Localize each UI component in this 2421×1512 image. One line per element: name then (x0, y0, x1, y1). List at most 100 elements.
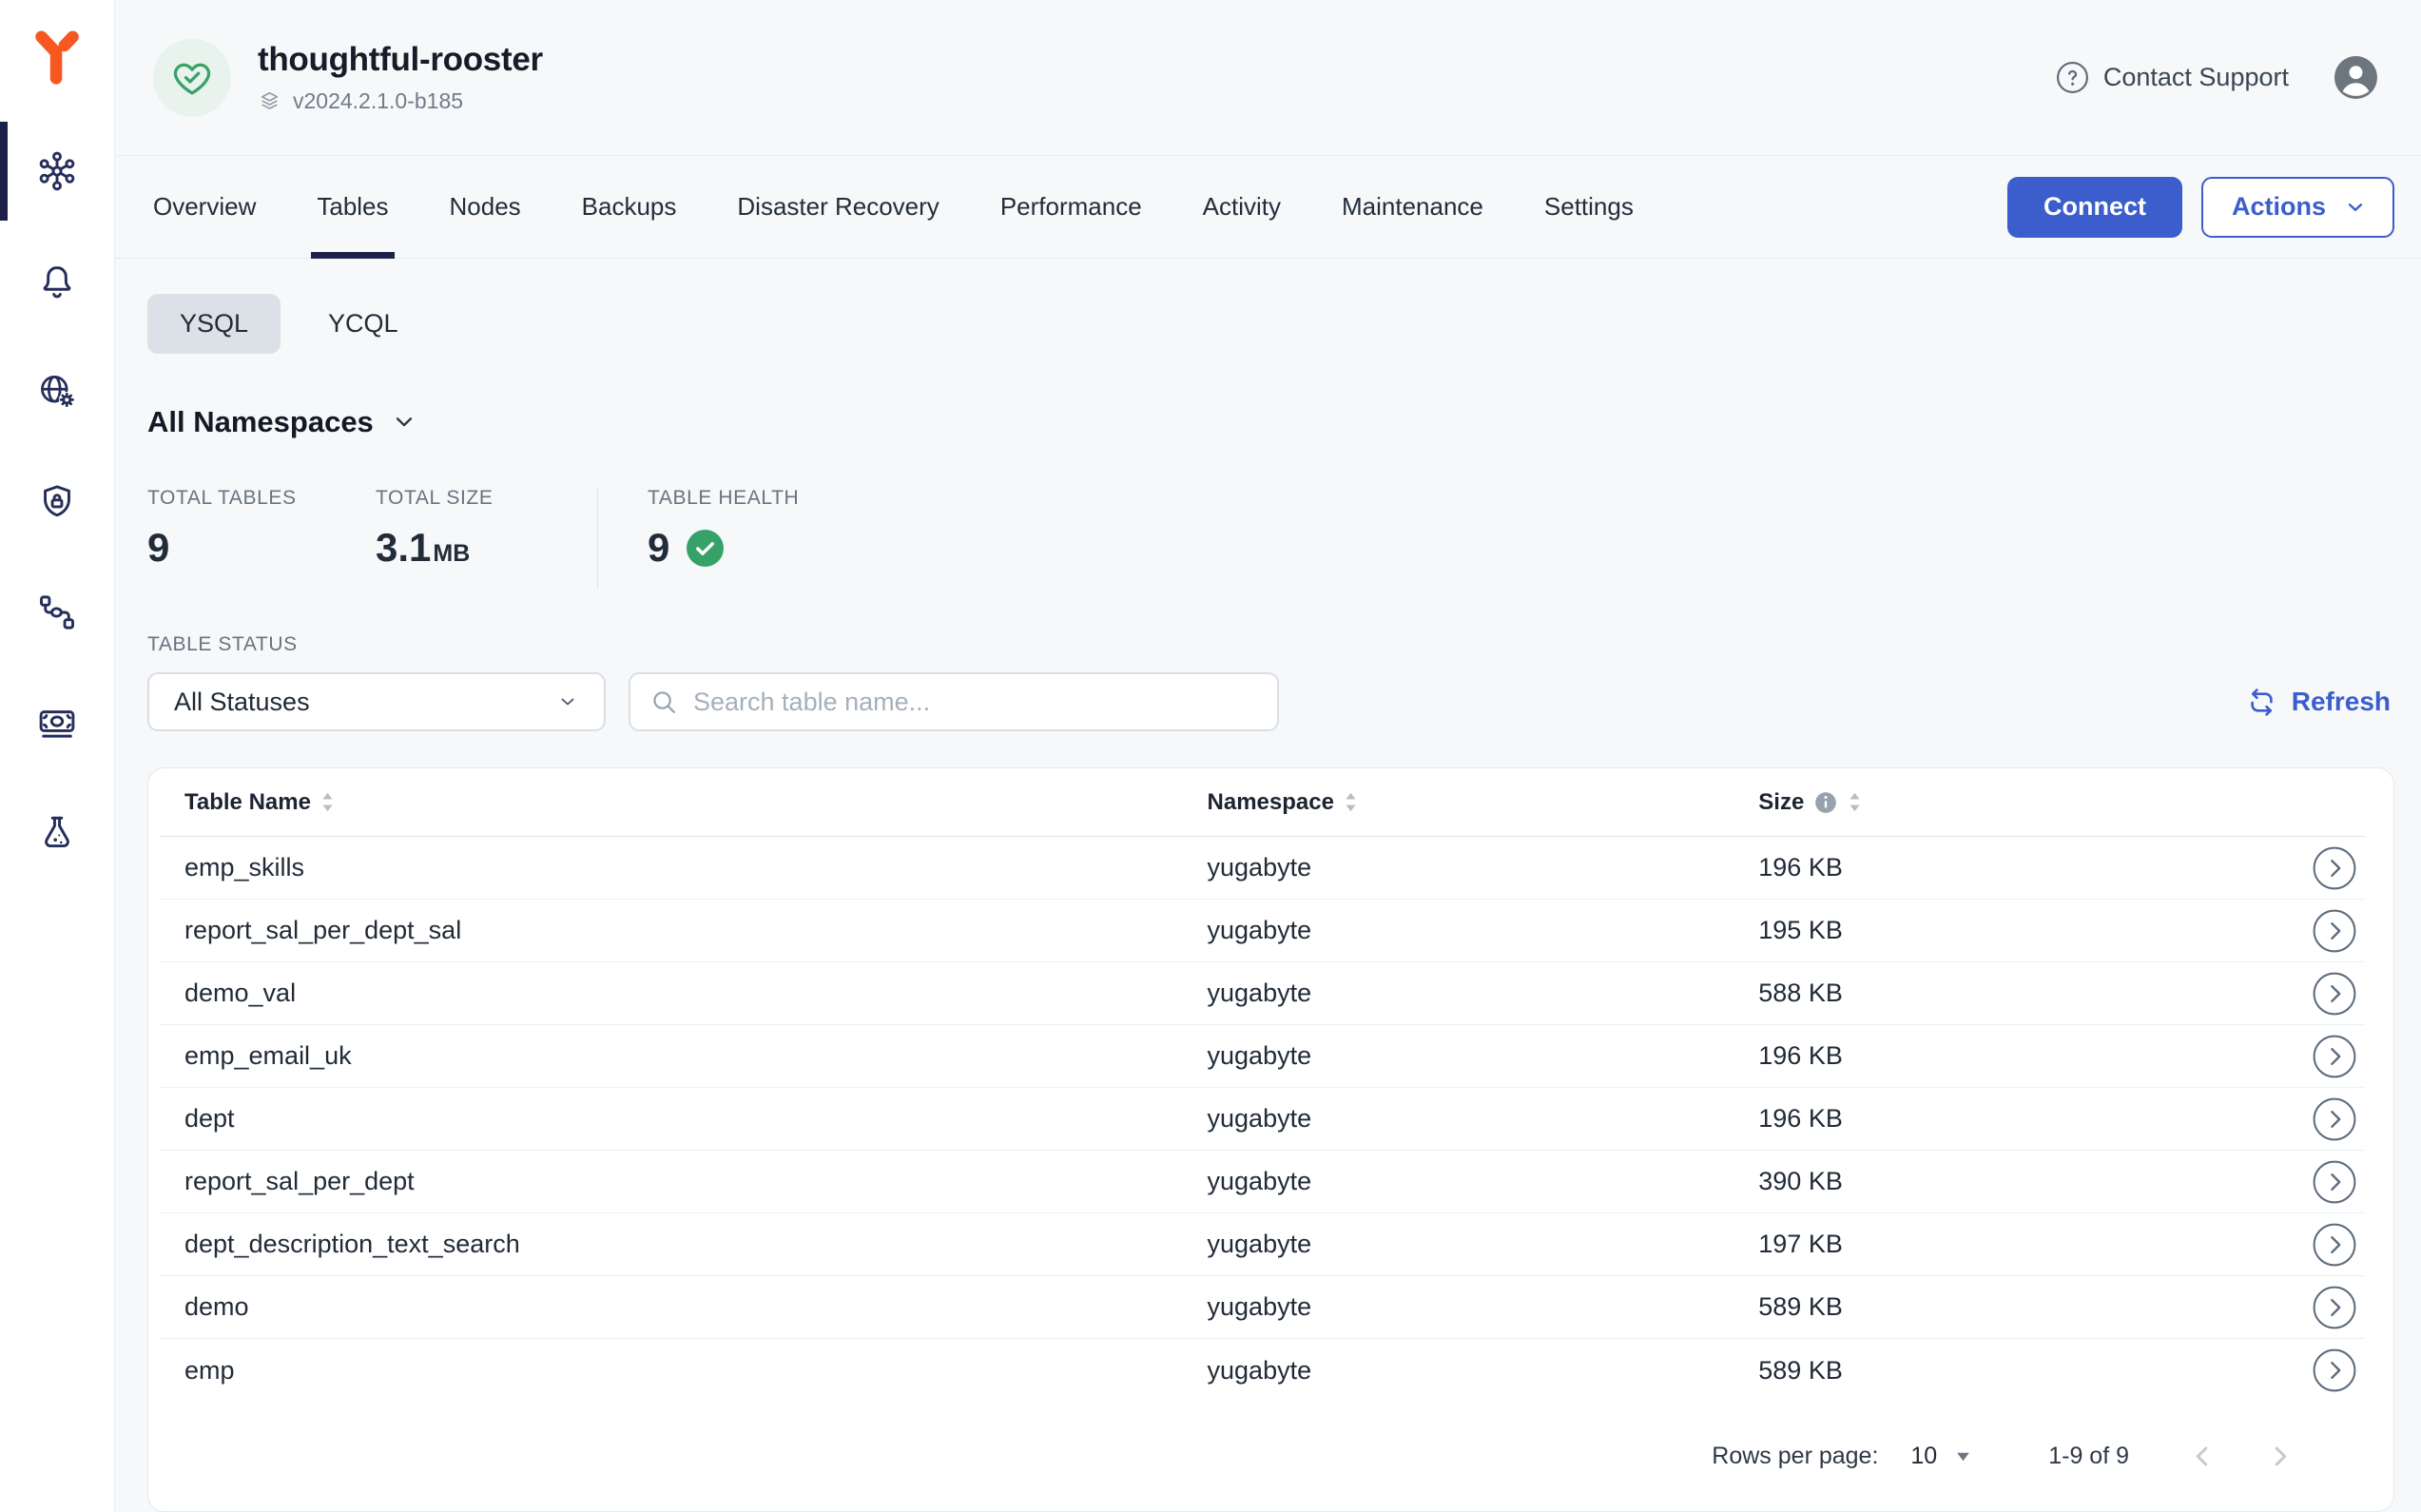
row-detail-button[interactable] (2312, 1096, 2357, 1142)
cell-namespace: yugabyte (1208, 1230, 1759, 1259)
help-icon (2055, 60, 2090, 95)
row-detail-button[interactable] (2312, 1347, 2357, 1393)
cell-size: 588 KB (1758, 979, 2178, 1008)
topbar-right: Contact Support (2055, 54, 2379, 101)
sort-icon[interactable] (1344, 790, 1358, 814)
row-detail-button[interactable] (2312, 1222, 2357, 1268)
namespace-filter[interactable]: All Namespaces (147, 405, 2394, 439)
tab-disaster-recovery[interactable]: Disaster Recovery (737, 156, 939, 258)
table-row[interactable]: demo_val yugabyte 588 KB (160, 962, 2365, 1025)
row-detail-button[interactable] (2312, 845, 2357, 891)
cell-actions (2178, 1159, 2365, 1205)
cell-actions (2178, 971, 2365, 1017)
sidebar-item-clusters[interactable] (0, 116, 114, 226)
cell-namespace: yugabyte (1208, 1167, 1759, 1196)
chevron-right-circle-icon (2312, 1096, 2357, 1142)
cell-actions (2178, 1222, 2365, 1268)
table-row[interactable]: report_sal_per_dept_sal yugabyte 195 KB (160, 900, 2365, 962)
cell-table-name: emp_skills (160, 853, 1208, 882)
refresh-button[interactable]: Refresh (2246, 687, 2391, 718)
row-detail-button[interactable] (2312, 971, 2357, 1017)
tab-bar: Overview Tables Nodes Backups Disaster R… (115, 156, 2421, 259)
table-row[interactable]: demo yugabyte 589 KB (160, 1276, 2365, 1339)
sidebar-item-global-config[interactable] (0, 337, 114, 447)
status-select[interactable]: All Statuses (147, 672, 606, 731)
heart-check-icon (170, 56, 214, 100)
search-input[interactable] (693, 688, 1258, 717)
table-pagination: Rows per page: 10 1-9 of 9 (148, 1402, 2393, 1511)
sidebar-item-integrations[interactable] (0, 557, 114, 668)
table-row[interactable]: emp_email_uk yugabyte 196 KB (160, 1025, 2365, 1088)
contact-support-label: Contact Support (2103, 63, 2289, 92)
cell-namespace: yugabyte (1208, 916, 1759, 945)
chevron-right-circle-icon (2312, 1034, 2357, 1079)
search-icon (649, 688, 679, 717)
table-row[interactable]: report_sal_per_dept yugabyte 390 KB (160, 1151, 2365, 1213)
clusters-hub-icon (36, 150, 78, 192)
row-detail-button[interactable] (2312, 908, 2357, 954)
chevron-right-circle-icon (2312, 1347, 2357, 1393)
next-page-button[interactable] (2265, 1442, 2295, 1471)
toggle-ysql[interactable]: YSQL (147, 294, 281, 354)
row-detail-button[interactable] (2312, 1159, 2357, 1205)
sort-icon[interactable] (320, 790, 335, 814)
tab-activity[interactable]: Activity (1203, 156, 1281, 258)
cell-size: 196 KB (1758, 853, 2178, 882)
tab-maintenance[interactable]: Maintenance (1342, 156, 1483, 258)
cell-table-name: emp_email_uk (160, 1041, 1208, 1071)
cell-actions (2178, 1285, 2365, 1330)
pagination-range: 1-9 of 9 (2048, 1443, 2129, 1470)
rows-per-page-select[interactable]: 10 (1910, 1443, 1972, 1470)
user-avatar-icon (2333, 54, 2379, 101)
row-detail-button[interactable] (2312, 1285, 2357, 1330)
table-status-label: TABLE STATUS (147, 633, 2394, 656)
actions-button[interactable]: Actions (2201, 177, 2394, 238)
table-row[interactable]: emp_skills yugabyte 196 KB (160, 837, 2365, 900)
alerts-bell-icon (36, 261, 78, 302)
chevron-right-circle-icon (2312, 1222, 2357, 1268)
cell-table-name: demo_val (160, 979, 1208, 1008)
cell-actions (2178, 845, 2365, 891)
cell-namespace: yugabyte (1208, 1041, 1759, 1071)
sidebar-item-billing[interactable] (0, 668, 114, 778)
yugabyte-logo[interactable] (0, 0, 114, 116)
cell-table-name: report_sal_per_dept (160, 1167, 1208, 1196)
table-row[interactable]: emp yugabyte 589 KB (160, 1339, 2365, 1402)
user-avatar[interactable] (2333, 54, 2379, 101)
tab-overview[interactable]: Overview (153, 156, 256, 258)
chevron-right-circle-icon (2312, 971, 2357, 1017)
tab-nodes[interactable]: Nodes (450, 156, 521, 258)
chevron-right-icon (2265, 1442, 2295, 1471)
cell-actions (2178, 1096, 2365, 1142)
title-block: thoughtful-rooster v2024.2.1.0-b185 (258, 41, 543, 114)
chevron-down-icon (556, 690, 579, 713)
prev-page-button[interactable] (2188, 1442, 2218, 1471)
stat-total-size: TOTAL SIZE 3.1 MB (376, 487, 597, 571)
contact-support-link[interactable]: Contact Support (2055, 60, 2289, 95)
info-icon[interactable] (1813, 790, 1838, 815)
chevron-right-circle-icon (2312, 1285, 2357, 1330)
cell-actions (2178, 1034, 2365, 1079)
connect-button[interactable]: Connect (2007, 177, 2182, 238)
sidebar-item-alerts[interactable] (0, 226, 114, 337)
tab-backups[interactable]: Backups (582, 156, 677, 258)
sidebar-item-labs[interactable] (0, 778, 114, 888)
tab-tables[interactable]: Tables (317, 156, 388, 258)
labs-flask-icon (36, 812, 78, 854)
tab-actions: Connect Actions (2007, 156, 2394, 258)
row-detail-button[interactable] (2312, 1034, 2357, 1079)
yugabyte-logo-icon (30, 29, 84, 87)
cell-table-name: emp (160, 1356, 1208, 1386)
chevron-right-circle-icon (2312, 1159, 2357, 1205)
table-body: emp_skills yugabyte 196 KB report_sal_pe… (148, 837, 2393, 1402)
app-root: thoughtful-rooster v2024.2.1.0-b185 (0, 0, 2421, 1512)
column-size: Size (1758, 789, 2178, 816)
table-row[interactable]: dept_description_text_search yugabyte 19… (160, 1213, 2365, 1276)
sort-icon[interactable] (1848, 790, 1862, 814)
tab-settings[interactable]: Settings (1544, 156, 1634, 258)
refresh-icon (2246, 687, 2277, 718)
toggle-ycql[interactable]: YCQL (296, 294, 431, 354)
sidebar-item-security[interactable] (0, 447, 114, 557)
table-row[interactable]: dept yugabyte 196 KB (160, 1088, 2365, 1151)
tab-performance[interactable]: Performance (1000, 156, 1142, 258)
